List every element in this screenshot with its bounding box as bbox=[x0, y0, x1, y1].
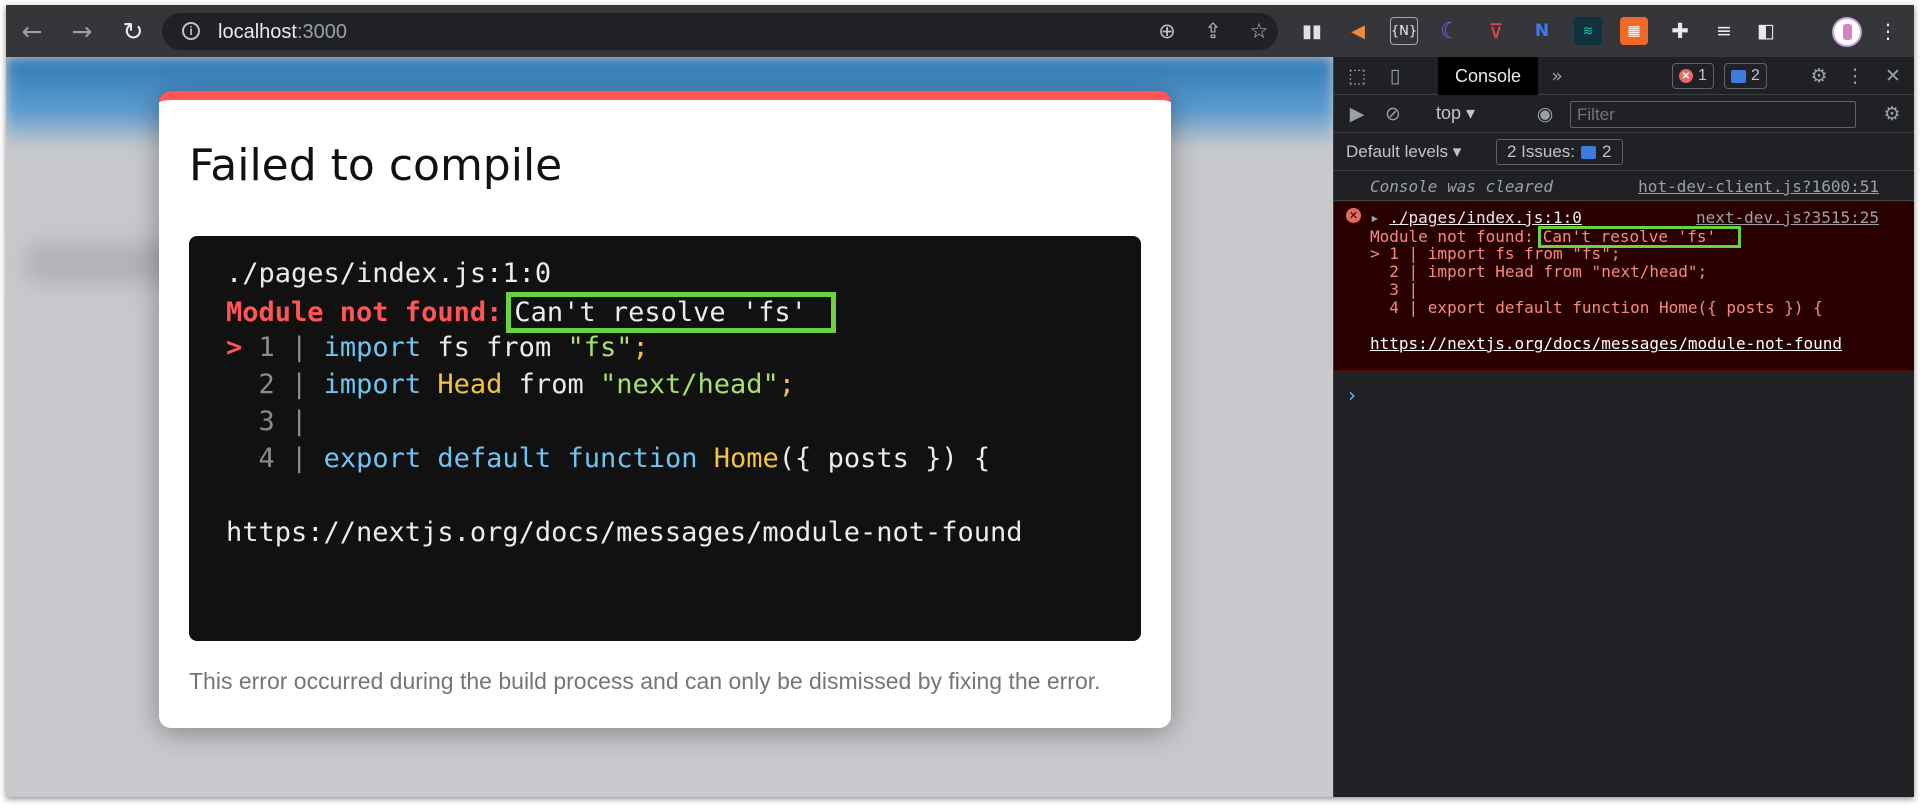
media-controls-icon[interactable]: ≡ bbox=[1710, 17, 1738, 45]
reading-list-icon[interactable]: ▮▮ bbox=[1298, 17, 1326, 45]
site-info-icon[interactable]: i bbox=[182, 22, 200, 40]
message-icon bbox=[1731, 69, 1746, 83]
console-settings-gear-icon[interactable]: ⚙ bbox=[1877, 99, 1907, 129]
zoom-icon[interactable]: ⊕ bbox=[1152, 16, 1182, 46]
bookmark-star-icon[interactable]: ☆ bbox=[1244, 16, 1274, 46]
console-levels-bar: Default levels ▾ 2 Issues: 2 bbox=[1334, 133, 1914, 171]
devtools-panel: ⬚ ▯ Console » ✕1 2 ⚙ ⋮ ✕ ▶ ⊘ top ▾ ◉ ⚙ D… bbox=[1333, 57, 1914, 797]
browser-toolbar: ← → ↻ i localhost:3000 ⊕ ⇪ ☆ ▮▮ ◀ {N} ☾ … bbox=[6, 5, 1914, 57]
back-arrow-icon[interactable]: ← bbox=[12, 5, 52, 57]
reload-icon[interactable]: ↻ bbox=[113, 5, 153, 57]
page-viewport: Failed to compile ./pages/index.js:1:0 M… bbox=[6, 57, 1333, 797]
error-message-line: Module not found: Can't resolve 'fs' bbox=[226, 292, 836, 333]
calendar-extension-icon[interactable]: ▦ bbox=[1620, 17, 1648, 45]
console-toolbar: ▶ ⊘ top ▾ ◉ ⚙ bbox=[1334, 95, 1914, 133]
share-icon[interactable]: ⇪ bbox=[1198, 16, 1228, 46]
dialog-title: Failed to compile bbox=[189, 140, 563, 191]
dt-code-line-1: > 1 | import fs from "fs"; bbox=[1370, 244, 1621, 263]
cleared-source-link[interactable]: hot-dev-client.js?1600:51 bbox=[1638, 177, 1879, 196]
error-message: Can't resolve 'fs' bbox=[514, 297, 807, 328]
code-line-1: > 1 | import fs from "fs"; bbox=[226, 332, 649, 363]
issues-message-icon bbox=[1581, 145, 1597, 159]
error-code-block: ./pages/index.js:1:0 Module not found: Ca… bbox=[189, 236, 1141, 641]
dt-docs-link[interactable]: https://nextjs.org/docs/messages/module-… bbox=[1370, 334, 1842, 353]
clear-console-icon[interactable]: ⊘ bbox=[1378, 99, 1408, 129]
device-toolbar-icon[interactable]: ▯ bbox=[1380, 61, 1410, 91]
settings-gear-icon[interactable]: ⚙ bbox=[1804, 61, 1834, 91]
inspect-element-icon[interactable]: ⬚ bbox=[1342, 61, 1372, 91]
dt-code-line-4: 4 | export default function Home({ posts… bbox=[1370, 298, 1823, 317]
issues-button[interactable]: 2 Issues: 2 bbox=[1496, 139, 1623, 165]
console-prompt-icon[interactable]: › bbox=[1348, 383, 1356, 407]
error-header-line[interactable]: ▸ ./pages/index.js:1:0 bbox=[1370, 208, 1582, 227]
default-levels-dropdown[interactable]: Default levels ▾ bbox=[1346, 142, 1461, 162]
profile-avatar[interactable] bbox=[1832, 17, 1862, 47]
console-filter-input[interactable] bbox=[1570, 101, 1856, 128]
message-count-badge[interactable]: 2 bbox=[1724, 63, 1767, 89]
error-file-ref: ./pages/index.js:1:0 bbox=[226, 258, 552, 289]
sidebar-toggle-icon[interactable]: ▶ bbox=[1342, 99, 1372, 129]
console-cleared-message: Console was cleared hot-dev-client.js?16… bbox=[1334, 171, 1914, 201]
dialog-footer-note: This error occurred during the build pro… bbox=[189, 668, 1101, 694]
console-error-message: ✕ ▸ ./pages/index.js:1:0 next-dev.js?351… bbox=[1334, 201, 1914, 371]
error-label: Module not found: bbox=[226, 297, 503, 328]
live-expression-eye-icon[interactable]: ◉ bbox=[1530, 99, 1560, 129]
code-line-4: 4 | export default function Home({ posts… bbox=[258, 443, 991, 474]
more-tabs-icon[interactable]: » bbox=[1542, 61, 1572, 91]
code-line-2: 2 | import Head from "next/head"; bbox=[258, 369, 796, 400]
kebab-menu-icon[interactable]: ⋮ bbox=[1874, 17, 1902, 45]
dt-code-line-3: 3 | bbox=[1370, 280, 1419, 299]
devtools-menu-icon[interactable]: ⋮ bbox=[1840, 61, 1870, 91]
error-icon: ✕ bbox=[1346, 208, 1361, 223]
megaphone-extension-icon[interactable]: ◀ bbox=[1344, 17, 1372, 45]
json-extension-icon[interactable]: {N} bbox=[1390, 17, 1418, 45]
forward-arrow-icon[interactable]: → bbox=[62, 5, 102, 57]
moon-extension-icon[interactable]: ☾ bbox=[1436, 17, 1464, 45]
browser-window: ← → ↻ i localhost:3000 ⊕ ⇪ ☆ ▮▮ ◀ {N} ☾ … bbox=[6, 5, 1914, 797]
url-text[interactable]: localhost:3000 bbox=[218, 21, 347, 44]
error-circle-icon: ✕ bbox=[1679, 69, 1693, 83]
error-source-link[interactable]: next-dev.js?3515:25 bbox=[1696, 208, 1879, 227]
n-extension-icon[interactable]: N bbox=[1528, 17, 1556, 45]
puzzle-icon[interactable]: ✚ bbox=[1666, 17, 1694, 45]
highlight-box: Can't resolve 'fs' bbox=[506, 292, 836, 333]
tab-console[interactable]: Console bbox=[1438, 57, 1538, 95]
dt-code-line-2: 2 | import Head from "next/head"; bbox=[1370, 262, 1708, 281]
close-devtools-icon[interactable]: ✕ bbox=[1878, 61, 1908, 91]
compile-error-dialog: Failed to compile ./pages/index.js:1:0 M… bbox=[159, 91, 1171, 728]
address-bar[interactable]: i localhost:3000 ⊕ ⇪ ☆ bbox=[162, 13, 1278, 50]
docs-link[interactable]: https://nextjs.org/docs/messages/module-… bbox=[226, 517, 1023, 548]
wave-extension-icon[interactable]: ≋ bbox=[1574, 17, 1602, 45]
code-line-3: 3 | bbox=[258, 406, 308, 437]
devtools-tabbar: ⬚ ▯ Console » ✕ 1 2 ⚙ ⋮ ✕ bbox=[1334, 57, 1914, 95]
pocket-extension-icon[interactable]: ⊽ bbox=[1482, 17, 1510, 45]
error-count-badge[interactable]: ✕ 1 bbox=[1672, 63, 1714, 89]
context-select[interactable]: top ▾ bbox=[1436, 103, 1475, 124]
side-panel-icon[interactable]: ◧ bbox=[1752, 17, 1780, 45]
